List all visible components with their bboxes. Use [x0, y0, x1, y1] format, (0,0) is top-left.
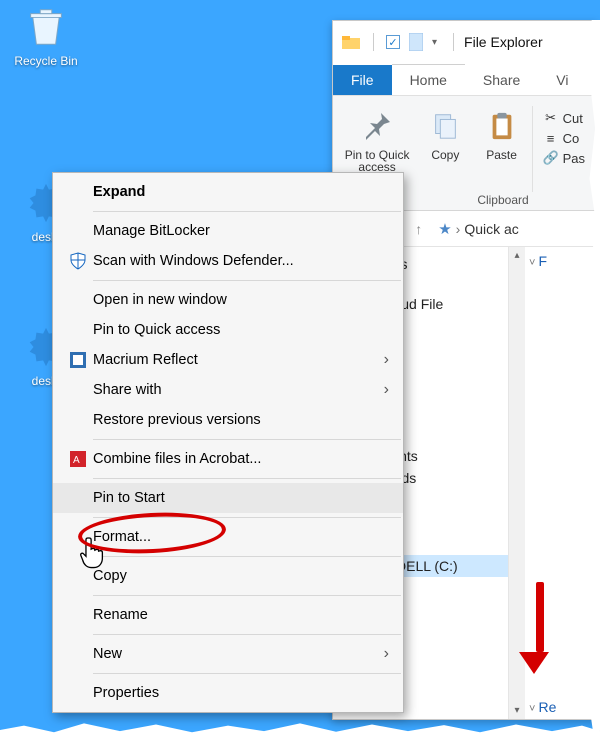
- ctx-expand[interactable]: Expand: [53, 177, 403, 207]
- ribbon-label: Paste: [486, 148, 517, 162]
- macrium-icon: [63, 352, 93, 368]
- cursor-hand-icon: [78, 536, 108, 570]
- ribbon-label: Pas: [563, 151, 585, 166]
- ctx-new[interactable]: New ›: [53, 639, 403, 669]
- checkbox-icon[interactable]: ✓: [386, 35, 400, 49]
- qat-dropdown-icon[interactable]: ▾: [432, 37, 437, 48]
- ctx-separator: [93, 556, 401, 557]
- paste-icon: [484, 108, 520, 144]
- chevron-right-icon: ›: [378, 381, 389, 399]
- window-title: File Explorer: [464, 34, 543, 50]
- ctx-separator: [93, 439, 401, 440]
- scroll-up-icon[interactable]: ▴: [509, 247, 525, 264]
- ctx-manage-bitlocker[interactable]: Manage BitLocker: [53, 216, 403, 246]
- ribbon-label: Copy: [431, 148, 459, 162]
- ctx-separator: [93, 280, 401, 281]
- tab-file[interactable]: File: [333, 65, 392, 95]
- ctx-pin-quick-access[interactable]: Pin to Quick access: [53, 315, 403, 345]
- ctx-separator: [93, 211, 401, 212]
- paste-shortcut-icon: 🔗: [543, 150, 559, 166]
- nav-up-icon[interactable]: ↑: [411, 219, 426, 239]
- page-icon[interactable]: [406, 32, 426, 52]
- shield-icon: [63, 252, 93, 270]
- svg-text:A: A: [73, 455, 80, 466]
- ctx-share-with[interactable]: Share with ›: [53, 375, 403, 405]
- ctx-separator: [93, 517, 401, 518]
- section-link[interactable]: ˅ Re: [529, 699, 593, 715]
- breadcrumb[interactable]: Quick ac: [464, 221, 518, 237]
- section-link[interactable]: ˅ F: [529, 253, 593, 269]
- chevron-right-icon: ›: [378, 351, 389, 369]
- ribbon-paste-shortcut[interactable]: 🔗 Pas: [541, 148, 587, 168]
- tab-home[interactable]: Home: [392, 64, 465, 95]
- torn-edge-bottom: [0, 719, 600, 741]
- copy-icon: [427, 108, 463, 144]
- ctx-separator: [93, 634, 401, 635]
- ctx-separator: [93, 595, 401, 596]
- content-pane: ˅ F ˅ Re: [525, 247, 597, 719]
- ctx-rename[interactable]: Rename: [53, 600, 403, 630]
- chevron-right-icon: ›: [378, 645, 389, 663]
- ribbon-cut[interactable]: ✂ Cut: [541, 108, 585, 128]
- ribbon-label: Cut: [563, 111, 583, 126]
- title-bar: ✓ ▾ File Explorer: [333, 21, 597, 63]
- path-icon: ≡: [543, 130, 559, 146]
- context-menu: Expand Manage BitLocker Scan with Window…: [52, 172, 404, 713]
- pin-icon: [359, 108, 395, 144]
- desktop-icon-recycle-bin[interactable]: Recycle Bin: [6, 4, 86, 68]
- acrobat-icon: A: [63, 451, 93, 467]
- tab-view[interactable]: Vi: [538, 65, 586, 95]
- ctx-separator: [93, 478, 401, 479]
- tree-scrollbar[interactable]: ▴ ▾: [508, 247, 525, 719]
- ribbon-group-label: Clipboard: [423, 193, 583, 207]
- ctx-pin-to-start[interactable]: Pin to Start: [53, 483, 403, 513]
- scissors-icon: ✂: [543, 110, 559, 126]
- recycle-bin-icon: [23, 4, 69, 50]
- ribbon-copy-path[interactable]: ≡ Co: [541, 128, 582, 148]
- scroll-down-icon[interactable]: ▾: [509, 702, 525, 719]
- ctx-macrium-reflect[interactable]: Macrium Reflect ›: [53, 345, 403, 375]
- ctx-open-new-window[interactable]: Open in new window: [53, 285, 403, 315]
- tab-share[interactable]: Share: [465, 65, 538, 95]
- ribbon-tabs: File Home Share Vi: [333, 63, 597, 95]
- ctx-scan-defender[interactable]: Scan with Windows Defender...: [53, 246, 403, 276]
- ctx-restore-previous[interactable]: Restore previous versions: [53, 405, 403, 435]
- desktop-icon-label: Recycle Bin: [6, 54, 86, 68]
- ctx-combine-acrobat[interactable]: A Combine files in Acrobat...: [53, 444, 403, 474]
- folder-icon: [341, 32, 361, 52]
- ribbon-label: Co: [563, 131, 580, 146]
- ctx-separator: [93, 673, 401, 674]
- quick-access-star-icon: ★: [438, 220, 451, 238]
- ctx-properties[interactable]: Properties: [53, 678, 403, 708]
